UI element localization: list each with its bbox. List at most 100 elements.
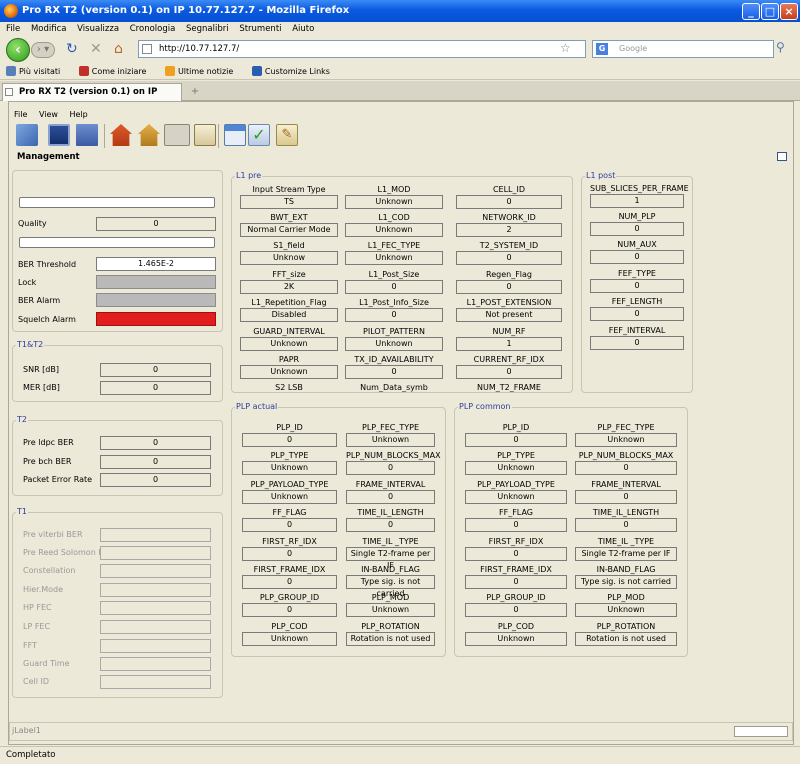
ldpc-value: 0 [100,436,211,450]
reload-icon[interactable]: ↻ [66,41,78,57]
l1-pre-value: 1 [456,337,562,351]
section-title: Management [17,152,80,162]
l1-pre-label: L1_COD [378,213,410,222]
t1-field-value [100,546,211,560]
network-icon[interactable] [16,124,38,146]
bookmark-customize-links[interactable]: Customize Links [251,66,338,76]
plp-common-label: TIME_IL_LENGTH [592,508,660,517]
url-text: http://10.77.127.7/ [159,44,240,54]
l1-pre-value: Disabled [240,308,338,322]
l1-post-label: NUM_PLP [618,212,656,221]
restore-icon[interactable] [777,152,787,161]
plp-actual-label: PLP_COD [271,622,308,631]
menu-aiuto[interactable]: Aiuto [292,24,314,34]
ber-threshold-label: BER Threshold [18,260,77,269]
l1-pre-value: Unknown [240,365,338,379]
l1-pre-value: Normal Carrier Mode [240,223,338,237]
rss-icon [164,66,175,76]
bookmark-getting-started[interactable]: Come iniziare [78,66,155,76]
l1-pre-label: Input Stream Type [252,185,326,194]
l1-pre-label: L1_Post_Size [368,270,420,279]
plp-common-label: IN-BAND_FLAG [596,565,656,574]
menu-cronologia[interactable]: Cronologia [130,24,176,34]
level-bar [19,237,215,248]
plp-common-value: 0 [465,575,567,589]
plp-common-label: FRAME_INTERVAL [591,480,661,489]
plp-common-label: TIME_IL _TYPE [597,537,655,546]
minimize-button[interactable]: _ [742,3,760,20]
snr-value: 0 [100,363,211,377]
t1-field-value [100,583,211,597]
browser-tab[interactable]: Pro RX T2 (version 0.1) on IP 10.77.1... [2,83,182,114]
back-button[interactable]: ‹ [6,38,30,62]
l1-pre-label: L1_POST_EXTENSION [466,298,552,307]
l1-pre-label: L1_Repetition_Flag [251,298,327,307]
t1-field-value [100,675,211,689]
l1-pre-label: NUM_RF [492,327,526,336]
l1-pre-label: L1_MOD [377,185,411,194]
calendar-icon[interactable] [224,124,246,146]
plp-common-label: PLP_COD [497,622,535,631]
menu-strumenti[interactable]: Strumenti [239,24,281,34]
edit-icon[interactable]: ✎ [276,124,298,146]
menu-segnalibri[interactable]: Segnalibri [186,24,229,34]
plp-common-value: Unknown [465,461,567,475]
folder-icon[interactable] [76,124,98,146]
t1-field-label: Cell ID [23,677,50,686]
plp-common-value: 0 [575,518,677,532]
bookmark-star-icon[interactable]: ☆ [560,41,571,55]
clipboard-icon[interactable] [194,124,216,146]
ber-threshold-input[interactable]: 1.465E-2 [96,257,216,271]
mer-label: MER [dB] [23,383,60,392]
app-menu-file[interactable]: File [14,110,27,119]
l1-post-value: 0 [590,307,684,321]
l1-pre-value: 0 [456,195,562,209]
l1-post-label: FEF_INTERVAL [608,326,666,335]
maximize-button[interactable]: □ [761,3,779,20]
check-icon[interactable]: ✓ [248,124,270,146]
monitor-icon[interactable] [164,124,190,146]
menu-file[interactable]: File [6,24,20,34]
plp-common-value: Rotation is not used [575,632,677,646]
l1-pre-value: 0 [345,308,443,322]
l1-pre-label: TX_ID_AVAILABILITY [354,355,434,364]
l1-pre-value: 0 [456,251,562,265]
plp-common-value: 0 [465,518,567,532]
l1-pre-value: 0 [456,280,562,294]
l1-post-label: FEF_LENGTH [611,297,663,306]
browser-menubar: File Modifica Visualizza Cronologia Segn… [0,22,800,36]
ber-alarm-indicator [96,293,216,307]
l1-pre-value: Unknown [345,337,443,351]
bookmarks-toolbar: Più visitati Come iniziare Ultime notizi… [0,64,800,80]
magnifier-icon[interactable]: ⚲ [776,40,785,54]
t1-field-label: Hier.Mode [23,585,64,594]
new-tab-button[interactable]: + [186,85,204,99]
l1-pre-label: CELL_ID [492,185,526,194]
stop-icon[interactable]: ✕ [90,41,102,57]
bookmark-latest-news[interactable]: Ultime notizie [164,66,241,76]
app-menu-help[interactable]: Help [69,110,87,119]
google-icon[interactable]: G [596,43,608,55]
menu-visualizza[interactable]: Visualizza [77,24,119,34]
plp-actual-label: FIRST_RF_IDX [262,537,317,546]
home-icon[interactable]: ⌂ [114,41,123,57]
address-bar[interactable]: http://10.77.127.7/ [138,40,586,58]
plp-actual-label: IN-BAND_FLAG [361,565,420,574]
t1-field-value [100,528,211,542]
quality-label: Quality [18,219,47,228]
bookmark-most-visited[interactable]: Più visitati [6,66,68,76]
t1-field-label: FFT [23,641,37,650]
app-menu-view[interactable]: View [39,110,58,119]
close-button[interactable]: × [780,3,798,20]
l1-pre-label: GUARD_INTERVAL [253,327,325,336]
search-bar[interactable]: Google [592,40,774,58]
menu-modifica[interactable]: Modifica [31,24,67,34]
plp-common-value: Unknown [575,433,677,447]
forward-button[interactable]: › ▾ [31,42,55,58]
save-icon[interactable] [48,124,70,146]
plp-common-label: PLP_MOD [607,593,645,602]
plp-actual-value: 0 [242,518,337,532]
browser-status: Completato [0,746,800,764]
t1-field-label: Constellation [23,566,76,575]
plp-actual-label: PLP_ID [276,423,303,432]
